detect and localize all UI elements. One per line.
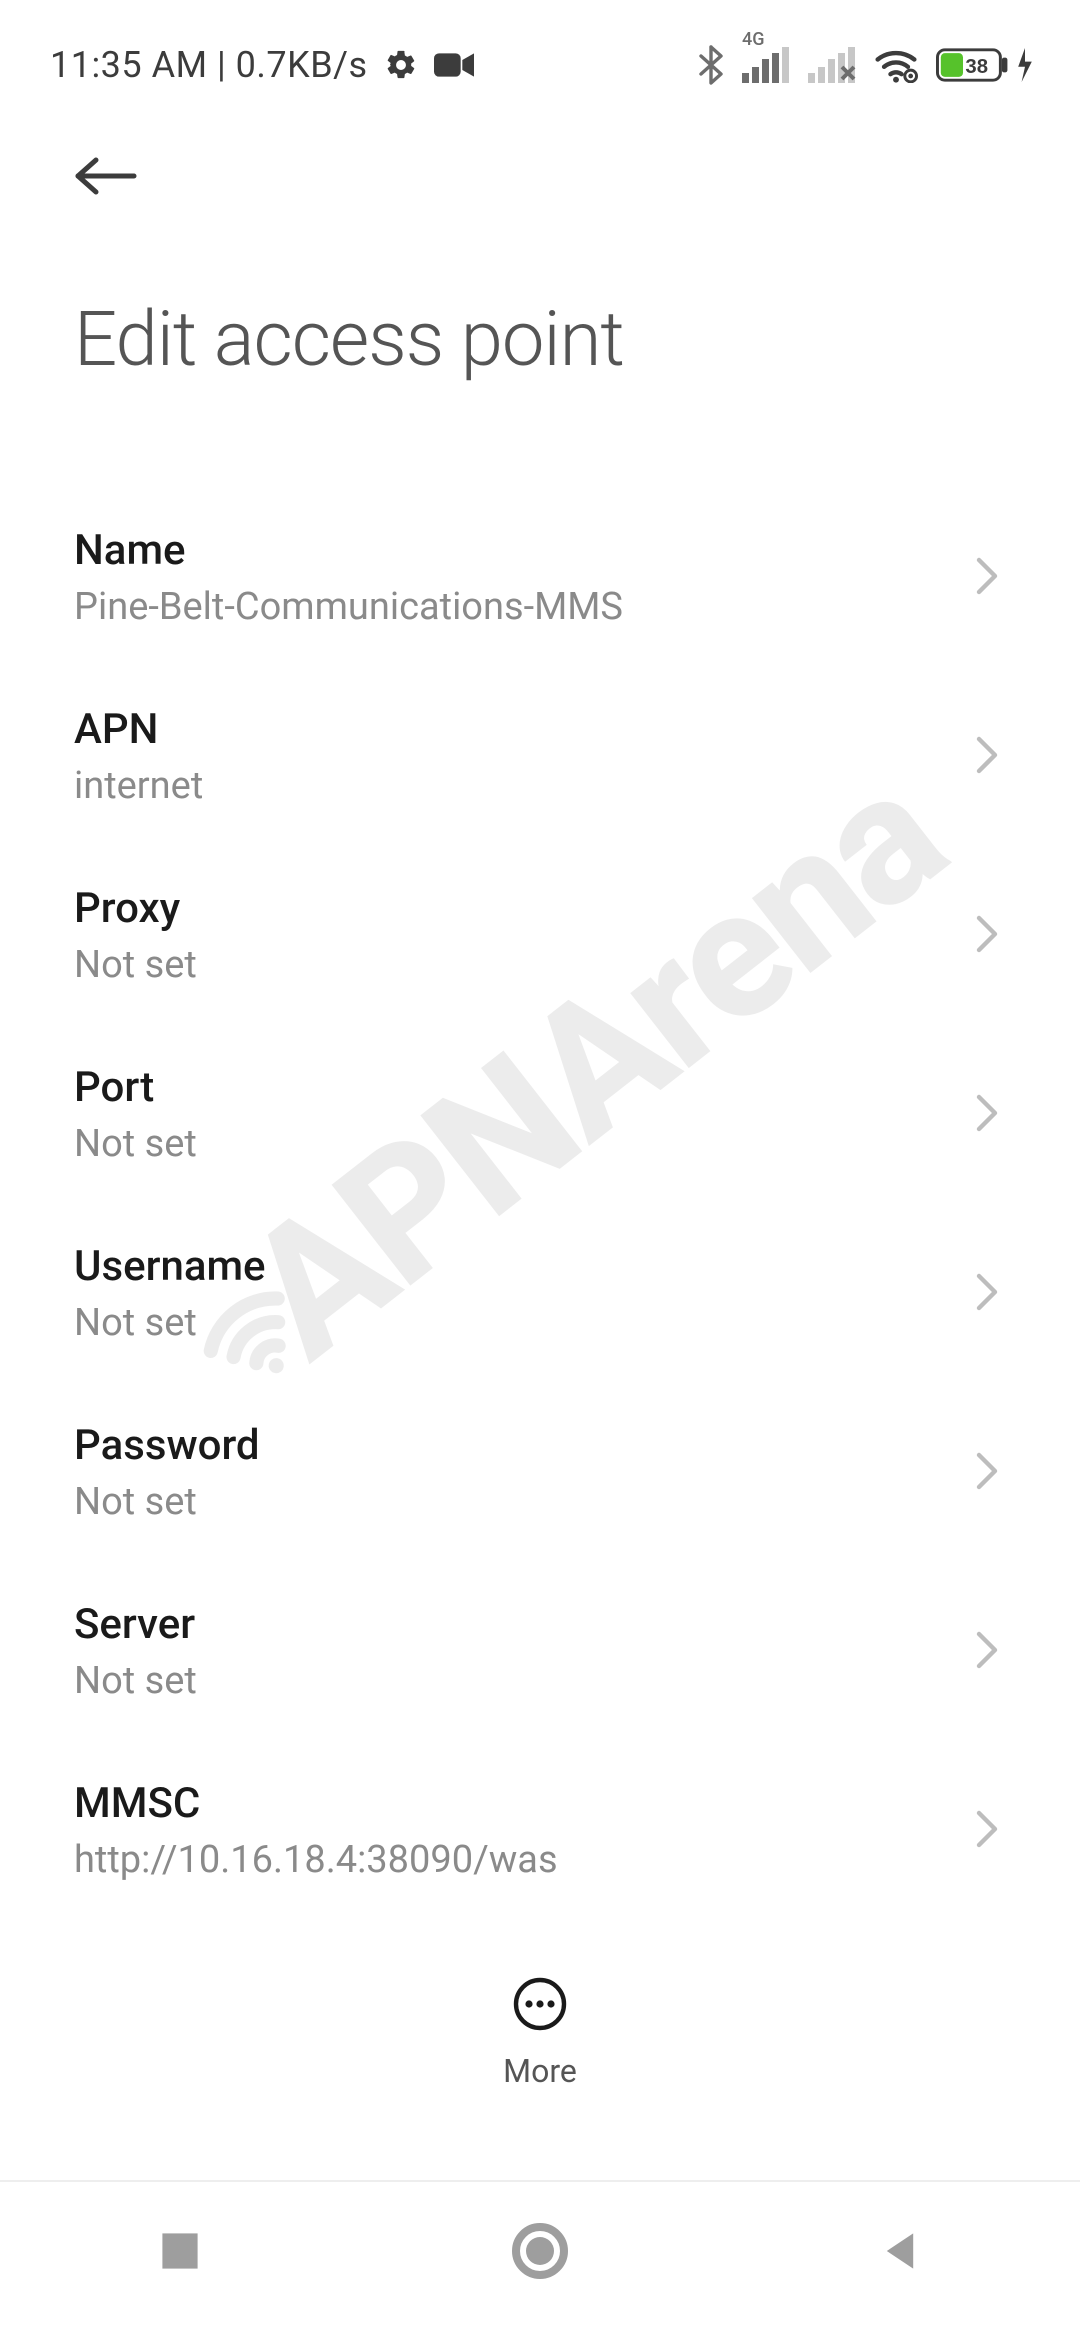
- row-value: http://10.16.18.4:38090/was: [74, 1838, 558, 1882]
- row-apn[interactable]: APN internet: [74, 667, 1006, 846]
- battery-pct: 38: [965, 56, 988, 78]
- row-username[interactable]: Username Not set: [74, 1204, 1006, 1383]
- triangle-left-icon: [878, 2229, 922, 2273]
- chevron-right-icon: [974, 1451, 1000, 1495]
- chevron-right-icon: [974, 1272, 1000, 1316]
- row-title: APN: [74, 705, 203, 754]
- status-time: 11:35 AM: [50, 44, 208, 86]
- chevron-right-icon: [974, 1093, 1000, 1137]
- chevron-right-icon: [974, 1809, 1000, 1853]
- gear-icon: [384, 48, 418, 82]
- back-button[interactable]: [74, 136, 154, 216]
- nav-home-button[interactable]: [450, 2211, 630, 2291]
- wifi-icon: [874, 47, 918, 83]
- status-net-speed: 0.7KB/s: [236, 44, 368, 86]
- row-value: Pine-Belt-Communications-MMS: [74, 585, 623, 629]
- status-bar: 11:35 AM | 0.7KB/s 4G: [0, 0, 1080, 96]
- chevron-right-icon: [974, 914, 1000, 958]
- row-value: internet: [74, 764, 203, 808]
- row-title: Username: [74, 1242, 266, 1291]
- row-value: Not set: [74, 1301, 266, 1345]
- charging-bolt-icon: [1016, 48, 1034, 82]
- arrow-left-icon: [74, 154, 138, 198]
- row-title: Server: [74, 1600, 197, 1649]
- signal-label: 4G: [742, 29, 765, 50]
- chevron-right-icon: [974, 1630, 1000, 1674]
- row-mmsc[interactable]: MMSC http://10.16.18.4:38090/was: [74, 1741, 1006, 1920]
- more-button[interactable]: More: [503, 1976, 577, 2090]
- row-title: Port: [74, 1063, 197, 1112]
- chevron-right-icon: [974, 556, 1000, 600]
- bottom-action-area: More: [0, 1940, 1080, 2180]
- system-nav-bar: [0, 2180, 1080, 2320]
- row-title: MMSC: [74, 1779, 558, 1828]
- nav-recents-button[interactable]: [90, 2211, 270, 2291]
- row-server[interactable]: Server Not set: [74, 1562, 1006, 1741]
- row-proxy[interactable]: Proxy Not set: [74, 846, 1006, 1025]
- signal-4g-icon: 4G: [742, 47, 790, 83]
- row-title: Password: [74, 1421, 260, 1470]
- square-icon: [158, 2229, 202, 2273]
- chevron-right-icon: [974, 735, 1000, 779]
- page-title: Edit access point: [74, 294, 1006, 384]
- row-value: Not set: [74, 1480, 260, 1524]
- more-label: More: [503, 2052, 577, 2090]
- bluetooth-icon: [698, 45, 724, 85]
- row-port[interactable]: Port Not set: [74, 1025, 1006, 1204]
- more-icon: [512, 1976, 568, 2036]
- status-time-net: 11:35 AM | 0.7KB/s: [50, 44, 368, 86]
- nav-back-button[interactable]: [810, 2211, 990, 2291]
- row-title: Proxy: [74, 884, 197, 933]
- signal-nosim-icon: [808, 47, 856, 83]
- row-password[interactable]: Password Not set: [74, 1383, 1006, 1562]
- row-value: Not set: [74, 1122, 197, 1166]
- camera-icon: [434, 51, 474, 79]
- row-name[interactable]: Name Pine-Belt-Communications-MMS: [74, 488, 1006, 667]
- circle-icon: [512, 2223, 568, 2279]
- battery-icon: 38: [936, 47, 1034, 83]
- row-value: Not set: [74, 1659, 197, 1703]
- row-value: Not set: [74, 943, 197, 987]
- row-title: Name: [74, 526, 623, 575]
- apn-settings-list: Name Pine-Belt-Communications-MMS APN in…: [0, 384, 1080, 2099]
